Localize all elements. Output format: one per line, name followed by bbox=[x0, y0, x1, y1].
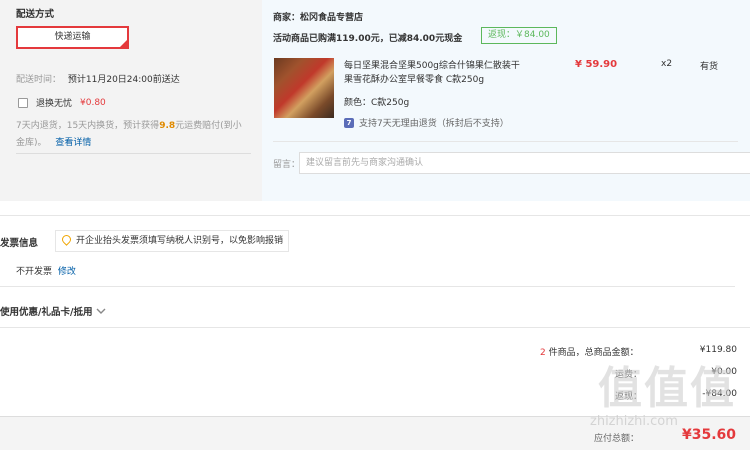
insurance-desc-part3: 金库)。 bbox=[16, 138, 47, 148]
invoice-title: 发票信息 bbox=[0, 238, 39, 249]
coupons-title: 使用优惠/礼品卡/抵用 bbox=[0, 307, 93, 318]
insurance-checkbox[interactable] bbox=[18, 97, 28, 108]
product-thumbnail[interactable] bbox=[274, 58, 334, 118]
product-title-line1: 每日坚果混合坚果500g综合什锦果仁散装干 bbox=[344, 61, 520, 71]
watermark-url: zhizhizhi.com bbox=[590, 414, 678, 429]
delivery-time-value: 预计11月20日24:00前送达 bbox=[67, 75, 180, 85]
invoice-value: 不开发票 bbox=[16, 267, 53, 277]
insurance-desc-part1: 7天内退货，15天内换货，预计获得 bbox=[16, 121, 160, 131]
shipping-method-label: 快递运输 bbox=[54, 32, 91, 42]
insurance-price: ¥0.80 bbox=[80, 97, 106, 108]
product-title-line2: 果雪花酥办公室早餐零食 C款250g bbox=[344, 75, 485, 85]
rebate-badge: 返现：￥84.00 bbox=[481, 27, 557, 44]
merchant-panel: 商家：松冈食品专营店 活动商品已购满119.00元，已减84.00元现金 返现：… bbox=[262, 0, 750, 201]
product-title[interactable]: 每日坚果混合坚果500g综合什锦果仁散装干 果雪花酥办公室早餐零食 C款250g bbox=[344, 59, 534, 87]
shipping-method-button[interactable]: 快递运输 bbox=[16, 26, 129, 49]
color-label: 颜色： bbox=[344, 98, 372, 108]
insurance-label: 退换无忧 bbox=[36, 99, 73, 109]
chevron-down-icon bbox=[96, 308, 106, 314]
section-divider bbox=[0, 286, 735, 287]
invoice-tip: 开企业抬头发票须填写纳税人识别号，以免影响报销 bbox=[55, 230, 290, 252]
product-price: ¥ 59.90 bbox=[575, 59, 618, 70]
product-quantity: x2 bbox=[661, 59, 673, 69]
remark-label: 留言： bbox=[273, 160, 301, 170]
invoice-edit-link[interactable]: 修改 bbox=[58, 267, 76, 277]
promo-text: 活动商品已购满119.00元，已减84.00元现金 bbox=[273, 34, 463, 44]
insurance-desc-part2: 元运费赔付(到小 bbox=[175, 121, 242, 131]
shipping-title: 配送方式 bbox=[16, 9, 55, 20]
color-value: C款250g bbox=[371, 98, 410, 108]
section-divider bbox=[0, 327, 750, 328]
remark-input[interactable]: 建议留言前先与商家沟通确认 bbox=[299, 152, 750, 174]
return-policy-text: 支持7天无理由退货（拆封后不支持） bbox=[359, 119, 509, 129]
product-stock-status: 有货 bbox=[700, 62, 719, 72]
shipping-panel: 配送方式 快递运输 配送时间： 预计11月20日24:00前送达 退换无忧 ¥0… bbox=[0, 0, 262, 201]
selected-corner-icon bbox=[120, 40, 127, 47]
watermark-logo: 值值值 bbox=[598, 363, 736, 414]
insurance-desc-amount: 9.8 bbox=[159, 121, 176, 131]
coupons-toggle[interactable]: 使用优惠/礼品卡/抵用 bbox=[0, 304, 106, 318]
summary-count: 2 bbox=[540, 348, 546, 358]
divider bbox=[16, 153, 251, 154]
invoice-tip-text: 开企业抬头发票须填写纳税人识别号，以免影响报销 bbox=[76, 236, 284, 246]
details-link[interactable]: 查看详情 bbox=[55, 138, 91, 148]
merchant-name[interactable]: 松冈食品专营店 bbox=[300, 13, 363, 23]
delivery-time-label: 配送时间： bbox=[16, 75, 62, 85]
location-pin-icon bbox=[60, 233, 73, 246]
insurance-description: 7天内退货，15天内换货，预计获得9.8元运费赔付(到小 金库)。 查看详情 bbox=[16, 118, 252, 152]
return-policy-icon: 7 bbox=[344, 117, 354, 128]
pay-label: 应付总额： bbox=[594, 434, 640, 444]
divider bbox=[273, 141, 738, 142]
section-divider bbox=[0, 215, 750, 216]
merchant-label: 商家： bbox=[273, 13, 301, 23]
pay-amount: ¥35.60 bbox=[682, 427, 737, 443]
